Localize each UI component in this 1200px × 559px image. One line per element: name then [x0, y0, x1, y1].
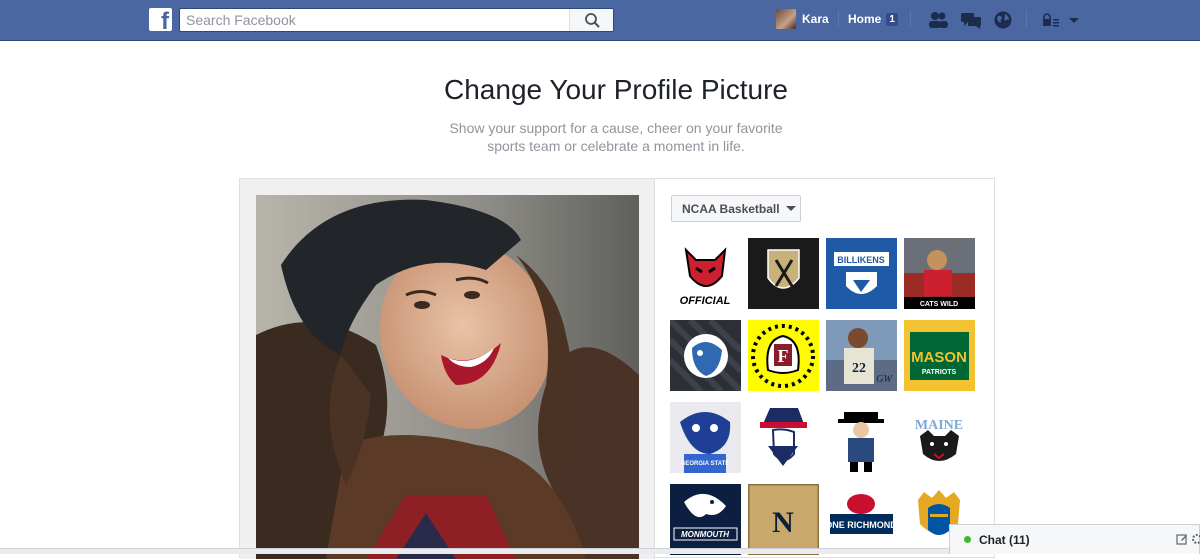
svg-text:MASON: MASON	[911, 349, 967, 366]
home-label: Home	[848, 12, 882, 26]
settings-gear-icon[interactable]	[1191, 533, 1200, 545]
compose-icon[interactable]	[1176, 533, 1188, 545]
frame-tile[interactable]	[670, 320, 741, 391]
search-input[interactable]	[180, 9, 570, 31]
svg-text:PATRIOTS: PATRIOTS	[922, 369, 957, 376]
logo-letter: f	[161, 8, 169, 35]
nav-divider	[838, 10, 839, 28]
frame-tile[interactable]: BILLIKENS	[826, 238, 897, 309]
friends-icon[interactable]	[927, 10, 949, 30]
profile-photo-preview	[256, 195, 639, 559]
frame-tile[interactable]: 22 GW	[826, 320, 897, 391]
nav-profile-link[interactable]: Kara	[776, 9, 829, 29]
subtitle-line-2: sports team or celebrate a moment in lif…	[487, 138, 745, 154]
frame-tile[interactable]: MAINE	[904, 402, 975, 473]
facebook-logo[interactable]: f	[149, 8, 172, 35]
search-icon	[585, 13, 600, 28]
privacy-lock-icon[interactable]	[1040, 10, 1062, 30]
page-subtitle: Show your support for a cause, cheer on …	[440, 119, 792, 155]
photo-preview-area	[240, 179, 654, 559]
category-dropdown-label: NCAA Basketball	[682, 201, 780, 216]
top-bar: f Kara Home 1	[0, 0, 1200, 41]
avatar	[776, 9, 796, 29]
chat-sidebar-toggle[interactable]: Chat (11)	[949, 524, 1200, 554]
svg-text:BILLIKENS: BILLIKENS	[837, 255, 885, 265]
svg-text:22: 22	[852, 361, 866, 376]
nav-home-link[interactable]: Home 1	[848, 9, 898, 29]
svg-text:GEORGIA STATE: GEORGIA STATE	[681, 461, 730, 467]
frame-tile[interactable]: N	[748, 484, 819, 555]
profile-frame-panel: NCAA Basketball OFFICIAL BILLIKENS CATS …	[239, 178, 996, 559]
chat-label: Chat (11)	[979, 532, 1030, 547]
svg-text:OFFICIAL: OFFICIAL	[680, 295, 731, 307]
frame-tile[interactable]: F	[748, 320, 819, 391]
svg-text:CATS WILD: CATS WILD	[920, 301, 958, 308]
account-caret-icon[interactable]	[1065, 10, 1087, 30]
nav-divider	[1026, 10, 1027, 28]
frame-tile[interactable]: OFFICIAL	[670, 238, 741, 309]
svg-text:F: F	[778, 346, 789, 366]
frames-pane: NCAA Basketball OFFICIAL BILLIKENS CATS …	[654, 179, 996, 559]
frame-tile[interactable]: ONE RICHMOND	[826, 484, 897, 555]
profile-name: Kara	[802, 12, 829, 26]
frame-tile[interactable]	[826, 402, 897, 473]
frame-tile[interactable]: MASON PATRIOTS	[904, 320, 975, 391]
svg-text:ONE RICHMOND: ONE RICHMOND	[826, 520, 897, 530]
page-title: Change Your Profile Picture	[444, 74, 788, 105]
frame-tile[interactable]: GEORGIA STATE	[670, 402, 741, 473]
svg-text:GW: GW	[876, 374, 893, 385]
frame-tile[interactable]	[748, 238, 819, 309]
online-status-icon	[964, 536, 971, 543]
home-count-badge: 1	[886, 12, 898, 26]
svg-text:MONMOUTH: MONMOUTH	[681, 530, 729, 539]
nav-divider	[910, 10, 911, 28]
search-box	[179, 8, 614, 32]
globe-icon[interactable]	[992, 10, 1014, 30]
frame-tile[interactable]: MONMOUTH	[670, 484, 741, 555]
subtitle-line-1: Show your support for a cause, cheer on …	[449, 120, 783, 136]
category-dropdown[interactable]: NCAA Basketball	[671, 195, 801, 222]
profile-photo-image	[256, 195, 639, 559]
messages-icon[interactable]	[960, 10, 982, 30]
search-button[interactable]	[569, 9, 613, 31]
chevron-down-icon	[785, 206, 796, 211]
svg-text:MAINE: MAINE	[915, 418, 963, 433]
frame-tile[interactable]	[748, 402, 819, 473]
svg-text:N: N	[772, 506, 794, 539]
frame-tile[interactable]: CATS WILD	[904, 238, 975, 309]
